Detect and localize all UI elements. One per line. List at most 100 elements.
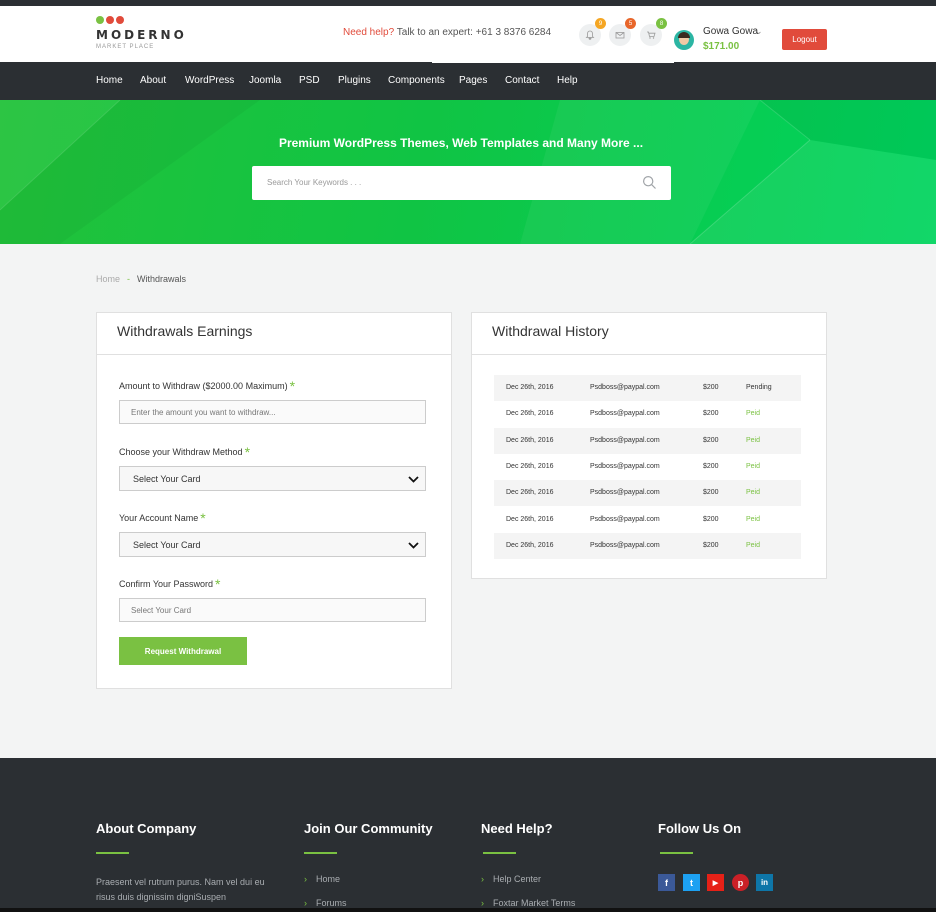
logo-dots: [96, 16, 136, 26]
search-bar[interactable]: Search Your Keywords . . .: [252, 166, 671, 200]
site-footer: About Company Praesent vel rutrum purus.…: [0, 758, 936, 912]
breadcrumb-home[interactable]: Home: [96, 274, 120, 284]
chevron-down-icon: [408, 542, 419, 549]
nav-item-about[interactable]: About: [140, 75, 166, 86]
heading-underline: [96, 852, 129, 854]
footer-link-home[interactable]: › Home: [304, 874, 340, 884]
footer-link-market-terms[interactable]: › Foxtar Market Terms: [481, 898, 575, 908]
history-cell-date: Dec 26th, 2016: [506, 489, 554, 497]
help-text: Talk to an expert: +61 3 8376 6284: [396, 27, 552, 38]
nav-item-wordpress[interactable]: WordPress: [185, 75, 234, 86]
history-row: Dec 26th, 2016 Psdboss@paypal.com $200 Pend…: [494, 375, 801, 401]
account-name-select[interactable]: Select Your Card: [119, 532, 426, 557]
history-cell-amount: $200: [703, 515, 719, 523]
history-cell-date: Dec 26th, 2016: [506, 515, 554, 523]
nav-item-help[interactable]: Help: [557, 75, 578, 86]
history-panel-title: Withdrawal History: [492, 323, 609, 339]
account-name-value: Select Your Card: [133, 540, 201, 550]
bottom-strip: [0, 908, 936, 912]
cart-icon: [647, 31, 656, 39]
messages-button[interactable]: 5: [609, 18, 636, 46]
history-cell-email: Psdboss@paypal.com: [590, 384, 660, 391]
history-cell-date: Dec 26th, 2016: [506, 462, 554, 470]
heading-underline: [483, 852, 516, 854]
search-icon[interactable]: [642, 175, 657, 190]
search-input[interactable]: Search Your Keywords . . .: [267, 178, 361, 187]
panel-divider: [97, 354, 451, 355]
password-label-text: Confirm Your Password: [119, 579, 214, 589]
nav-item-pages[interactable]: Pages: [459, 75, 487, 86]
logo-dot: [106, 16, 114, 24]
logo-name: MODERNO: [96, 28, 187, 42]
nav-item-components[interactable]: Components: [388, 75, 445, 86]
history-cell-date: Dec 26th, 2016: [506, 410, 554, 418]
chevron-down-icon[interactable]: ⌄: [755, 26, 763, 37]
history-cell-email: Psdboss@paypal.com: [590, 541, 660, 549]
user-name[interactable]: Gowa Gowa: [703, 26, 758, 37]
avatar[interactable]: [674, 30, 694, 50]
avatar-hair: [678, 32, 690, 38]
panel-divider: [472, 354, 826, 355]
history-cell-email: Psdboss@paypal.com: [590, 462, 660, 470]
about-text: Praesent vel rutrum purus. Nam vel dui e…: [96, 877, 265, 902]
nav-item-psd[interactable]: PSD: [299, 75, 320, 86]
history-row: Dec 26th, 2016 Psdboss@paypal.com $200 Peid: [494, 507, 801, 533]
history-cell-amount: $200: [703, 384, 719, 391]
withdraw-method-select[interactable]: Select Your Card: [119, 466, 426, 491]
linkedin-icon[interactable]: in: [756, 874, 773, 891]
cart-badge: 8: [656, 18, 667, 29]
breadcrumb-current: Withdrawals: [137, 274, 187, 284]
twitter-icon[interactable]: t: [683, 874, 700, 891]
youtube-icon[interactable]: ▶: [707, 874, 724, 891]
request-withdrawal-button[interactable]: Request Withdrawal: [119, 637, 247, 665]
pinterest-icon[interactable]: p: [732, 874, 749, 891]
messages-badge: 5: [625, 18, 636, 29]
heading-underline: [660, 852, 693, 854]
history-row: Dec 26th, 2016 Psdboss@paypal.com $200 Peid: [494, 480, 801, 507]
footer-link-label: Forums: [316, 898, 347, 908]
nav-item-plugins[interactable]: Plugins: [338, 75, 371, 86]
history-row: Dec 26th, 2016 Psdboss@paypal.com $200 Peid: [494, 454, 801, 480]
history-cell-amount: $200: [703, 489, 719, 497]
history-cell-date: Dec 26th, 2016: [506, 436, 554, 444]
site-header: MODERNO MARKET PLACE Need help? Talk to …: [0, 6, 936, 62]
account-label-text: Your Account Name: [119, 513, 199, 523]
notifications-button[interactable]: 9: [579, 18, 606, 46]
history-row: Dec 26th, 2016 Psdboss@paypal.com $200 Peid: [494, 401, 801, 427]
history-cell-status: Peid: [746, 462, 761, 470]
bell-icon: [585, 30, 595, 40]
logo-dot: [96, 16, 104, 24]
history-cell-status: Peid: [746, 489, 761, 497]
history-row: Dec 26th, 2016 Psdboss@paypal.com $200 Peid: [494, 427, 801, 454]
amount-label-text: Amount to Withdraw ($2000.00 Maximum): [119, 381, 288, 391]
footer-link-help-center[interactable]: › Help Center: [481, 874, 541, 884]
logout-button[interactable]: Logout: [782, 29, 827, 50]
required-star: *: [289, 378, 296, 394]
notifications-badge: 9: [595, 18, 606, 29]
need-help-link[interactable]: Need help?: [343, 27, 394, 38]
required-star: *: [215, 576, 221, 592]
method-label: Choose your Withdraw Method *: [119, 442, 250, 460]
nav-item-contact[interactable]: Contact: [505, 75, 539, 86]
footer-link-forums[interactable]: › Forums: [304, 898, 347, 908]
heading-underline: [304, 852, 337, 854]
history-cell-date: Dec 26th, 2016: [506, 541, 554, 549]
history-cell-email: Psdboss@paypal.com: [590, 515, 660, 523]
facebook-icon[interactable]: f: [658, 874, 675, 891]
password-label: Confirm Your Password *: [119, 574, 221, 592]
amount-placeholder: Enter the amount you want to withdraw...: [131, 408, 276, 417]
hero-title: Premium WordPress Themes, Web Templates …: [278, 136, 644, 150]
method-label-text: Choose your Withdraw Method: [119, 447, 243, 457]
history-cell-amount: $200: [703, 462, 719, 470]
history-cell-status: Peid: [746, 541, 761, 549]
nav-item-joomla[interactable]: Joomla: [249, 75, 281, 86]
password-input[interactable]: Select Your Card: [119, 598, 426, 622]
history-panel: Withdrawal History Dec 26th, 2016 Psdboss…: [471, 312, 827, 579]
cart-button[interactable]: 8: [640, 18, 667, 46]
footer-link-label: Home: [316, 874, 341, 884]
community-heading: Join Our Community: [304, 821, 433, 836]
breadcrumb-separator: -: [127, 274, 131, 284]
amount-input[interactable]: Enter the amount you want to withdraw...: [119, 400, 426, 424]
nav-item-home[interactable]: Home: [96, 75, 123, 86]
main-nav: Home About WordPress Joomla PSD Plugins …: [0, 62, 936, 100]
